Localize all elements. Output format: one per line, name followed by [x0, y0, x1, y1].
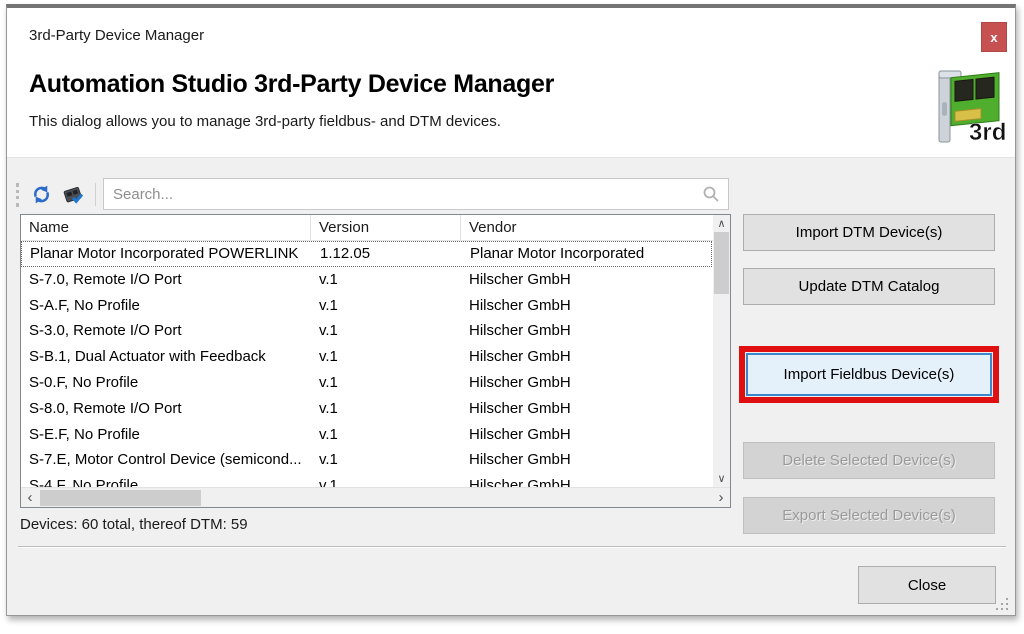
table-row[interactable]: S-8.0, Remote I/O Portv.1Hilscher GmbH — [21, 396, 712, 422]
table-row[interactable]: S-B.1, Dual Actuator with Feedbackv.1Hil… — [21, 344, 712, 370]
close-button[interactable]: Close — [858, 566, 996, 604]
table-row[interactable]: S-E.F, No Profilev.1Hilscher GmbH — [21, 422, 712, 448]
cell-vendor: Hilscher GmbH — [461, 293, 712, 319]
table-row[interactable]: S-A.F, No Profilev.1Hilscher GmbH — [21, 293, 712, 319]
cell-vendor: Hilscher GmbH — [461, 267, 712, 293]
resize-grip-icon[interactable] — [995, 597, 1008, 610]
search-input[interactable] — [103, 178, 729, 210]
cell-vendor: Hilscher GmbH — [461, 447, 712, 473]
toolbar-grip[interactable] — [16, 183, 19, 207]
table-row[interactable]: S-7.0, Remote I/O Portv.1Hilscher GmbH — [21, 267, 712, 293]
vertical-scrollbar-thumb[interactable] — [714, 232, 729, 294]
delete-selected-button[interactable]: Delete Selected Device(s) — [743, 442, 995, 479]
cell-name: Planar Motor Incorporated POWERLINK — [22, 242, 312, 266]
cell-name: S-4.F, No Profile — [21, 473, 311, 487]
cell-version: v.1 — [311, 293, 461, 319]
cell-version: v.1 — [311, 422, 461, 448]
cell-name: S-3.0, Remote I/O Port — [21, 318, 311, 344]
status-text: Devices: 60 total, thereof DTM: 59 — [20, 516, 248, 533]
table-row[interactable]: S-7.E, Motor Control Device (semicond...… — [21, 447, 712, 473]
window-titlebar[interactable]: 3rd-Party Device Manager x — [7, 8, 1015, 56]
horizontal-scrollbar[interactable]: ‹ › — [21, 487, 730, 507]
refresh-icon — [31, 184, 52, 205]
cell-vendor: Hilscher GmbH — [461, 344, 712, 370]
scroll-up-icon[interactable]: ∧ — [713, 215, 730, 232]
scroll-left-icon[interactable]: ‹ — [21, 488, 39, 507]
cell-version: v.1 — [311, 318, 461, 344]
cell-name: S-E.F, No Profile — [21, 422, 311, 448]
horizontal-scrollbar-thumb[interactable] — [40, 490, 201, 506]
cell-version: v.1 — [311, 267, 461, 293]
cell-vendor: Hilscher GmbH — [461, 396, 712, 422]
import-fieldbus-button[interactable]: Import Fieldbus Device(s) — [746, 353, 992, 396]
table-row[interactable]: S-3.0, Remote I/O Portv.1Hilscher GmbH — [21, 318, 712, 344]
cell-vendor: Hilscher GmbH — [461, 370, 712, 396]
scroll-right-icon[interactable]: › — [712, 488, 730, 507]
cell-name: S-7.E, Motor Control Device (semicond... — [21, 447, 311, 473]
scroll-down-icon[interactable]: ∨ — [713, 470, 730, 487]
table-row[interactable]: S-0.F, No Profilev.1Hilscher GmbH — [21, 370, 712, 396]
export-selected-button[interactable]: Export Selected Device(s) — [743, 497, 995, 534]
cell-version: v.1 — [311, 473, 461, 487]
cell-vendor: Hilscher GmbH — [461, 473, 712, 487]
cell-version: v.1 — [311, 370, 461, 396]
device-catalog-button[interactable] — [59, 179, 87, 209]
3rd-party-card-icon: 3rd — [929, 64, 1005, 150]
device-manager-dialog: 3rd-Party Device Manager x Automation St… — [6, 4, 1016, 616]
close-icon: x — [990, 30, 997, 45]
dialog-body: Name Version Vendor Planar Motor Incorpo… — [7, 157, 1015, 615]
column-header-name[interactable]: Name — [21, 215, 311, 240]
column-header-vendor[interactable]: Vendor — [461, 215, 730, 240]
update-dtm-catalog-button[interactable]: Update DTM Catalog — [743, 268, 995, 305]
cell-version: v.1 — [311, 396, 461, 422]
device-list: Name Version Vendor Planar Motor Incorpo… — [20, 214, 731, 508]
vertical-scrollbar[interactable]: ∧ ∨ — [713, 215, 730, 487]
table-row[interactable]: S-4.F, No Profilev.1Hilscher GmbH — [21, 473, 712, 487]
column-header-version[interactable]: Version — [311, 215, 461, 240]
device-catalog-icon — [61, 182, 85, 206]
page-title: Automation Studio 3rd-Party Device Manag… — [29, 70, 554, 99]
cell-vendor: Hilscher GmbH — [461, 422, 712, 448]
cell-version: 1.12.05 — [312, 242, 462, 266]
table-rows: Planar Motor Incorporated POWERLINK1.12.… — [21, 241, 712, 487]
bottom-separator — [18, 546, 1006, 548]
cell-name: S-0.F, No Profile — [21, 370, 311, 396]
page-subtitle: This dialog allows you to manage 3rd-par… — [29, 113, 501, 130]
cell-name: S-8.0, Remote I/O Port — [21, 396, 311, 422]
search-icon — [702, 185, 720, 203]
highlight-rectangle: Import Fieldbus Device(s) — [739, 346, 999, 403]
cell-vendor: Hilscher GmbH — [461, 318, 712, 344]
table-header: Name Version Vendor — [21, 215, 730, 241]
window-title: 3rd-Party Device Manager — [29, 27, 204, 44]
cell-name: S-7.0, Remote I/O Port — [21, 267, 311, 293]
import-dtm-button[interactable]: Import DTM Device(s) — [743, 214, 995, 251]
table-row[interactable]: Planar Motor Incorporated POWERLINK1.12.… — [21, 241, 712, 267]
cell-name: S-B.1, Dual Actuator with Feedback — [21, 344, 311, 370]
cell-version: v.1 — [311, 344, 461, 370]
window-close-button[interactable]: x — [981, 22, 1007, 52]
svg-text:3rd: 3rd — [969, 119, 1005, 146]
refresh-button[interactable] — [27, 179, 55, 209]
toolbar-separator — [95, 183, 96, 206]
cell-version: v.1 — [311, 447, 461, 473]
cell-name: S-A.F, No Profile — [21, 293, 311, 319]
cell-vendor: Planar Motor Incorporated — [462, 242, 711, 266]
